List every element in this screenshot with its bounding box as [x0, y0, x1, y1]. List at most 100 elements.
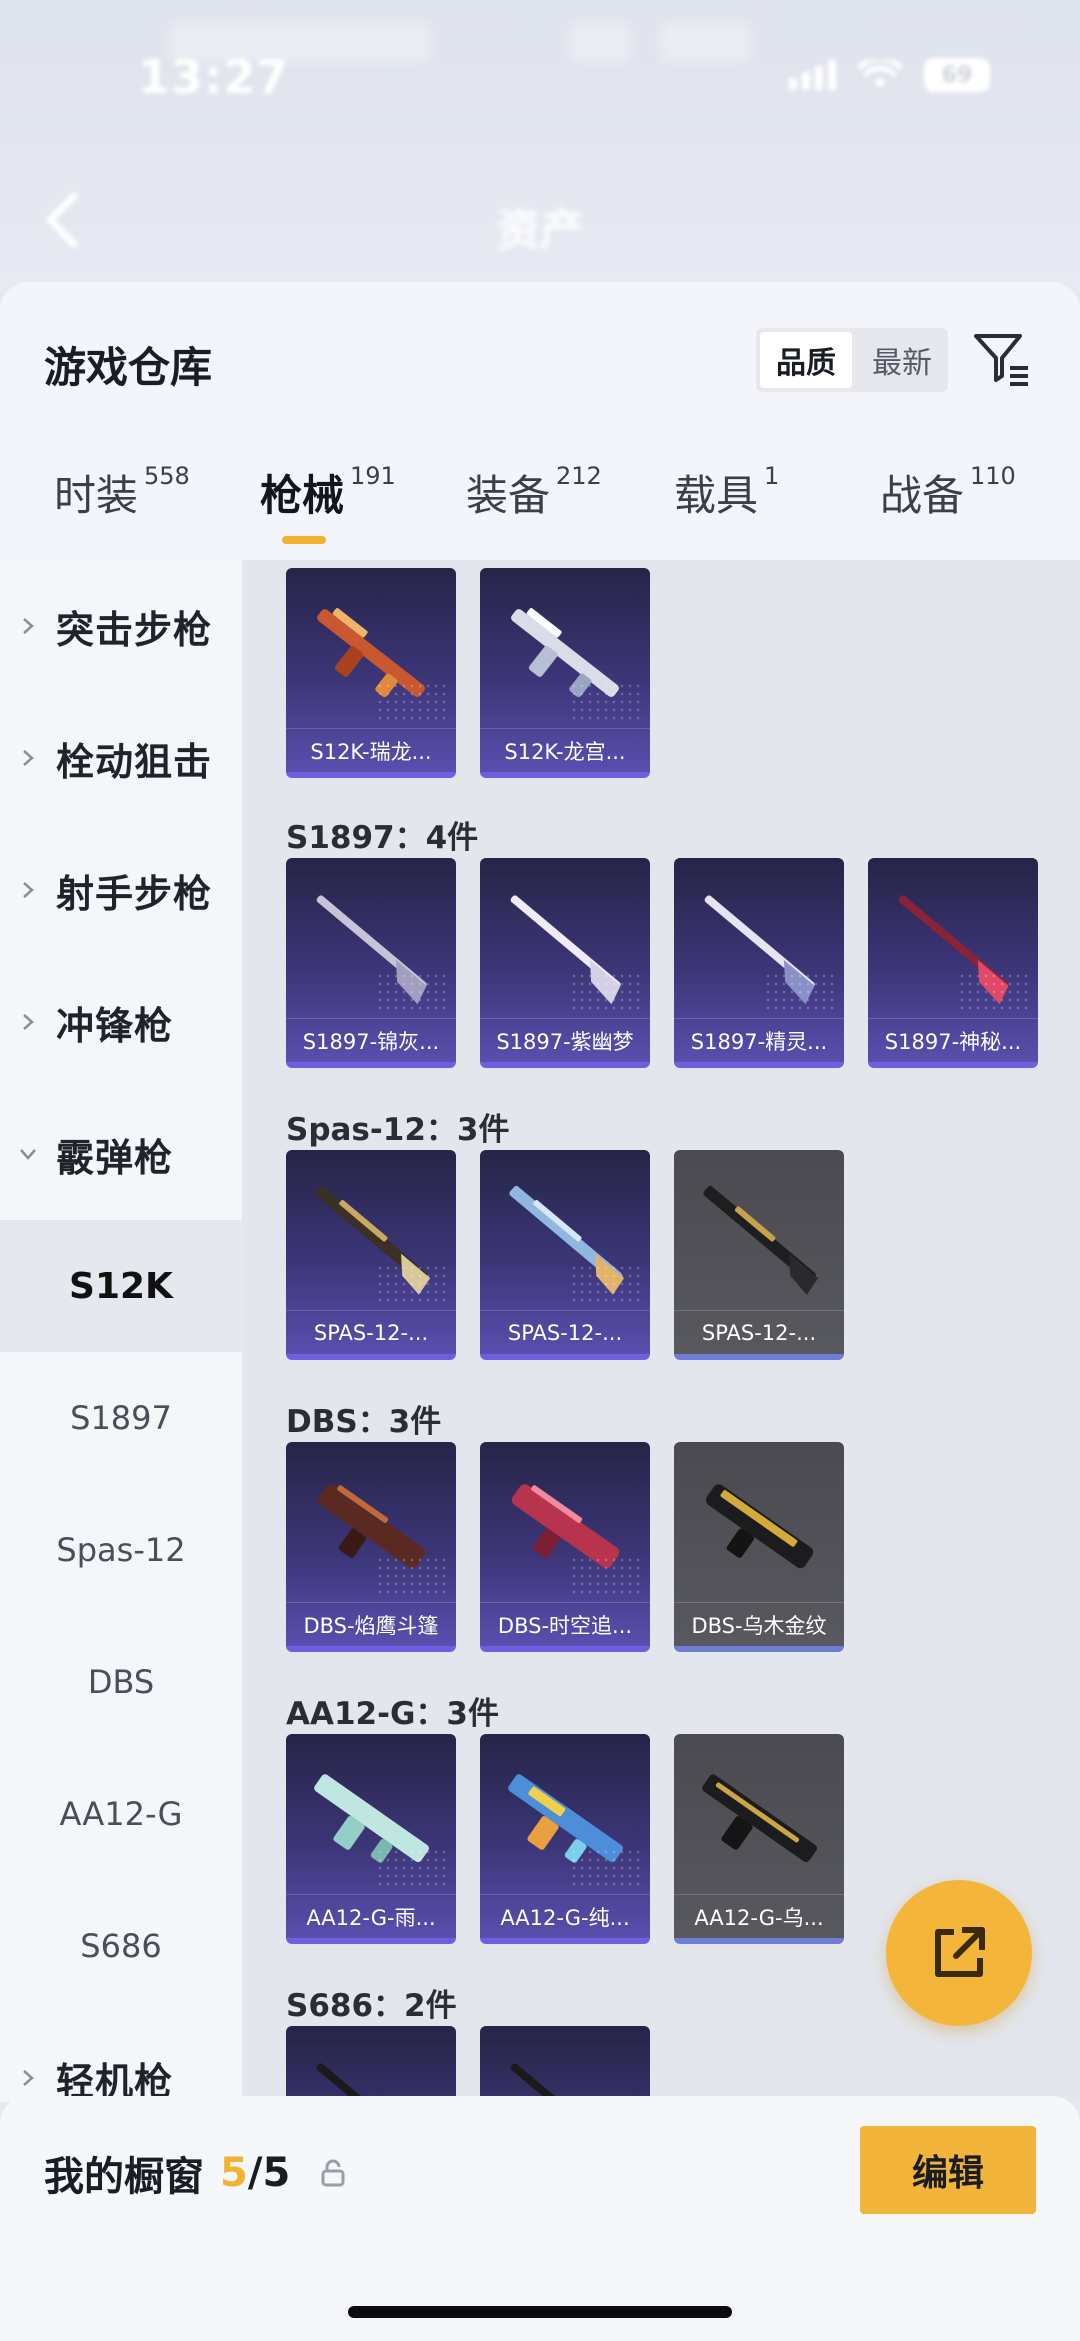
sidebar-item-assault-rifle[interactable]: 突击步枪	[0, 560, 242, 692]
sidebar-label: 射手步枪	[56, 871, 213, 916]
sidebar-label: 轻机枪	[56, 2059, 174, 2103]
chevron-right-icon	[0, 881, 56, 899]
tab-weapons[interactable]: 枪械 191	[260, 462, 396, 523]
edit-button[interactable]: 编辑	[860, 2126, 1036, 2214]
weapon-card[interactable]: AA12-G-纯...	[480, 1734, 650, 1944]
card-pattern	[570, 1848, 640, 1888]
tab-label: 载具	[674, 471, 759, 520]
weapon-card[interactable]: S1897-锦灰...	[286, 858, 456, 1068]
tab-label: 枪械	[260, 471, 345, 520]
sidebar-sub-s12k[interactable]: S12K	[0, 1220, 242, 1352]
sort-latest-button[interactable]: 最新	[856, 328, 948, 392]
shotgun-image	[510, 2063, 621, 2102]
share-button[interactable]	[886, 1880, 1032, 2026]
chevron-right-icon	[0, 617, 56, 635]
home-indicator	[348, 2306, 732, 2318]
sort-quality-button[interactable]: 品质	[760, 332, 852, 388]
sheet-header: 游戏仓库 品质 最新	[0, 282, 1080, 432]
page-title: 游戏仓库	[44, 343, 213, 392]
warehouse-sheet: 游戏仓库 品质 最新 时装 558 枪械 191 装备 212 载具 1 战备 …	[0, 282, 1080, 2102]
tab-vehicles[interactable]: 载具 1	[674, 462, 779, 523]
weapon-card[interactable]: DBS-焰鹰斗篷	[286, 1442, 456, 1652]
card-pattern	[764, 972, 834, 1012]
sidebar-label: 栓动狙击	[56, 739, 213, 784]
weapon-card[interactable]: AA12-G-乌...	[674, 1734, 844, 1944]
weapon-name: AA12-G-纯...	[480, 1894, 650, 1938]
weapon-card[interactable]: S1897-精灵...	[674, 858, 844, 1068]
weapon-card[interactable]: SPAS-12-...	[674, 1150, 844, 1360]
lock-icon	[321, 2159, 345, 2187]
showcase-title: 我的橱窗	[44, 2154, 204, 2200]
sidebar-label: 冲锋枪	[56, 1003, 174, 1048]
showcase-total-count: 5	[262, 2150, 291, 2196]
sidebar-item-marksman-rifle[interactable]: 射手步枪	[0, 824, 242, 956]
sidebar-item-lmg[interactable]: 轻机枪	[0, 2012, 242, 2102]
weapon-card[interactable]: S1897-神秘...	[868, 858, 1038, 1068]
tab-supplies[interactable]: 战备 110	[880, 462, 1016, 523]
tab-count: 1	[764, 462, 780, 490]
card-pattern	[376, 1848, 446, 1888]
sidebar-sub-aa12g[interactable]: AA12-G	[0, 1748, 242, 1880]
weapon-name: AA12-G-雨...	[286, 1894, 456, 1938]
nav-title: 资产	[496, 205, 584, 256]
weapon-grid: S12K-瑞龙... S12K-龙宫... S1897：4件 S1897-锦灰.…	[242, 560, 1080, 2102]
weapon-card[interactable]: S12K-瑞龙...	[286, 568, 456, 778]
weapon-name: S12K-瑞龙...	[286, 728, 456, 772]
sidebar-sub-spas12[interactable]: Spas-12	[0, 1484, 242, 1616]
weapon-name: SPAS-12-...	[286, 1310, 456, 1354]
weapon-name: S1897-紫幽梦	[480, 1018, 650, 1062]
weapon-card[interactable]: S12K-龙宫...	[480, 568, 650, 778]
group-title: AA12-G：3件	[286, 1696, 500, 1732]
weapon-card[interactable]: AA12-G-雨...	[286, 1734, 456, 1944]
card-pattern	[376, 1556, 446, 1596]
tab-outfits[interactable]: 时装 558	[54, 462, 190, 523]
weapon-name: SPAS-12-...	[674, 1310, 844, 1354]
sidebar-label: 突击步枪	[56, 607, 213, 652]
weapon-card[interactable]	[480, 2026, 650, 2102]
category-tabs: 时装 558 枪械 191 装备 212 载具 1 战备 110	[0, 462, 1080, 542]
weapon-type-sidebar: 突击步枪 栓动狙击 射手步枪 冲锋枪 霰弹枪 S12K S1897 Spas-1…	[0, 560, 242, 2102]
sidebar-item-shotgun[interactable]: 霰弹枪	[0, 1088, 242, 1220]
weapon-card[interactable]: S1897-紫幽梦	[480, 858, 650, 1068]
weapon-name: SPAS-12-...	[480, 1310, 650, 1354]
shotgun-image	[702, 1774, 817, 1863]
weapon-card[interactable]: DBS-乌木金纹	[674, 1442, 844, 1652]
card-pattern	[376, 972, 446, 1012]
chevron-right-icon	[0, 1013, 56, 1031]
chevron-right-icon	[0, 749, 56, 767]
sort-toggle: 品质 最新	[756, 328, 948, 392]
weapon-name: AA12-G-乌...	[674, 1894, 844, 1938]
active-tab-indicator	[282, 536, 326, 544]
tab-count: 558	[144, 462, 190, 490]
card-pattern	[570, 972, 640, 1012]
shotgun-image	[316, 2063, 427, 2102]
top-background: 13:27 69 资产	[0, 0, 1080, 290]
group-title: DBS：3件	[286, 1404, 442, 1440]
tab-count: 191	[350, 462, 396, 490]
group-title: S1897：4件	[286, 820, 479, 856]
card-pattern	[958, 972, 1028, 1012]
weapon-name: S1897-精灵...	[674, 1018, 844, 1062]
sidebar-sub-dbs[interactable]: DBS	[0, 1616, 242, 1748]
weapon-name: DBS-乌木金纹	[674, 1602, 844, 1646]
signal-icon	[789, 60, 836, 90]
tab-count: 212	[556, 462, 602, 490]
weapon-name: S1897-锦灰...	[286, 1018, 456, 1062]
showcase-used-count: 5	[220, 2150, 248, 2196]
tab-label: 装备	[466, 471, 551, 520]
card-pattern	[570, 1556, 640, 1596]
sidebar-item-smg[interactable]: 冲锋枪	[0, 956, 242, 1088]
weapon-card[interactable]: SPAS-12-...	[480, 1150, 650, 1360]
status-icons: 69	[789, 56, 990, 92]
sidebar-sub-s686[interactable]: S686	[0, 1880, 242, 2012]
weapon-card[interactable]	[286, 2026, 456, 2102]
weapon-card[interactable]: SPAS-12-...	[286, 1150, 456, 1360]
weapon-name: DBS-焰鹰斗篷	[286, 1602, 456, 1646]
filter-icon[interactable]	[970, 326, 1034, 390]
weapon-card[interactable]: DBS-时空追...	[480, 1442, 650, 1652]
tab-equipment[interactable]: 装备 212	[466, 462, 602, 523]
tab-label: 战备	[880, 471, 965, 520]
tab-label: 时装	[54, 471, 139, 520]
sidebar-sub-s1897[interactable]: S1897	[0, 1352, 242, 1484]
sidebar-item-bolt-sniper[interactable]: 栓动狙击	[0, 692, 242, 824]
